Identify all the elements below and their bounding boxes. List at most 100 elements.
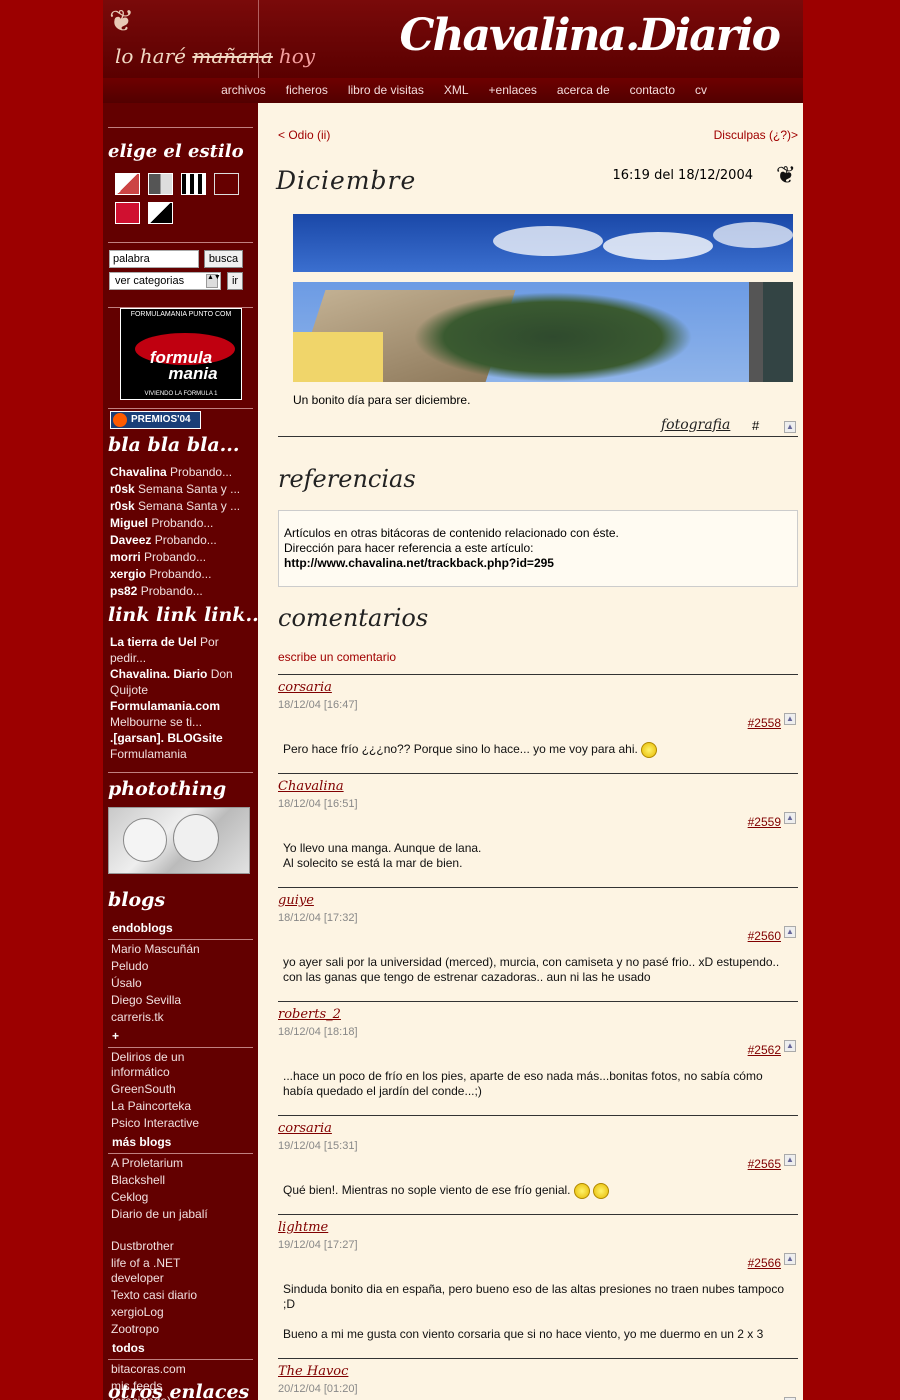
link-item[interactable]: La tierra de Uel Por pedir...: [110, 634, 250, 666]
comment-permalink[interactable]: #2565: [748, 1157, 781, 1171]
back-to-top-icon[interactable]: ▲: [784, 812, 796, 824]
bla-text: Semana Santa y ...: [138, 482, 241, 496]
post-photo-landscape[interactable]: [293, 282, 793, 382]
permalink[interactable]: #: [752, 418, 759, 433]
style-swatch-2[interactable]: [148, 173, 173, 195]
comment-author[interactable]: roberts_2: [278, 1007, 341, 1022]
style-swatch-6[interactable]: [148, 202, 173, 224]
nav-link-2[interactable]: libro de visitas: [348, 83, 424, 97]
search-input[interactable]: palabra: [109, 250, 199, 268]
bla-item[interactable]: Miguel Probando...: [110, 515, 250, 532]
link-item[interactable]: Formulamania.com Melbourne se ti...: [110, 698, 250, 730]
blog-link[interactable]: La Paincorteka: [111, 1099, 191, 1113]
comment-author[interactable]: lightme: [278, 1220, 328, 1235]
divider: [108, 939, 253, 940]
bla-user: r0sk: [110, 482, 135, 496]
banner-mania: mania: [168, 364, 218, 383]
comment-permalink[interactable]: #2562: [748, 1043, 781, 1057]
blog-link[interactable]: Psico Interactive: [111, 1116, 199, 1130]
comment-author[interactable]: The Havoc: [278, 1364, 348, 1379]
comment-permalink[interactable]: #2559: [748, 815, 781, 829]
comment-permalink[interactable]: #2560: [748, 929, 781, 943]
comment-author[interactable]: guiye: [278, 893, 314, 908]
bla-item[interactable]: r0sk Semana Santa y ...: [110, 498, 250, 515]
bla-item[interactable]: r0sk Semana Santa y ...: [110, 481, 250, 498]
bla-item[interactable]: ps82 Probando...: [110, 583, 250, 600]
photothing-image[interactable]: [108, 807, 250, 874]
back-to-top-icon[interactable]: ▲: [784, 926, 796, 938]
premios-label: PREMIOS'04: [131, 414, 191, 425]
comment-author[interactable]: corsaria: [278, 680, 332, 695]
blog-link[interactable]: Úsalo: [111, 976, 142, 990]
write-comment-link[interactable]: escribe un comentario: [278, 650, 396, 664]
link-title: link link link...: [108, 604, 258, 626]
select-arrows-icon: ▲▼: [206, 274, 221, 288]
back-to-top-icon[interactable]: ▲: [784, 1040, 796, 1052]
comment-date: 18/12/04 [17:32]: [278, 912, 358, 924]
search-button[interactable]: busca: [204, 250, 243, 268]
divider: [108, 1047, 253, 1048]
style-swatch-3[interactable]: [181, 173, 206, 195]
blog-link[interactable]: Delirios de un informático: [111, 1050, 211, 1080]
bla-item[interactable]: Daveez Probando...: [110, 532, 250, 549]
nav-link-4[interactable]: +enlaces: [489, 83, 537, 97]
back-to-top-icon[interactable]: ▲: [784, 1253, 796, 1265]
comment-permalink[interactable]: #2566: [748, 1256, 781, 1270]
category-select[interactable]: ver categorias ▲▼: [109, 272, 221, 290]
comment-divider: [278, 1214, 798, 1215]
bla-item[interactable]: Chavalina Probando...: [110, 464, 250, 481]
blog-link[interactable]: Texto casi diario: [111, 1288, 197, 1302]
blog-link[interactable]: Dustbrother: [111, 1239, 174, 1253]
next-post-link[interactable]: Disculpas (¿?)>: [714, 128, 798, 142]
link-item[interactable]: .[garsan]. BLOGsite Formulamania: [110, 730, 250, 762]
blog-link[interactable]: xergioLog: [111, 1305, 164, 1319]
trackback-url[interactable]: http://www.chavalina.net/trackback.php?i…: [284, 556, 792, 571]
back-to-top-icon[interactable]: ▲: [784, 421, 796, 433]
banner-top-text: FORMULAMANIA PUNTO COM: [130, 311, 232, 318]
post-photo-sky[interactable]: [293, 214, 793, 272]
comment-text: Pero hace frío ¿¿¿no?? Porque sino lo ha…: [283, 742, 795, 758]
style-swatch-5[interactable]: [115, 202, 140, 224]
site-title[interactable]: Chavalina.Diario: [400, 10, 781, 61]
link-item[interactable]: Chavalina. Diario Don Quijote: [110, 666, 250, 698]
back-to-top-icon[interactable]: ▲: [784, 713, 796, 725]
cloud-1: [493, 226, 603, 256]
blog-link[interactable]: carreris.tk: [111, 1010, 164, 1024]
blog-link[interactable]: Diario de un jabalí: [111, 1207, 211, 1222]
style-swatch-4[interactable]: [214, 173, 239, 195]
blog-link[interactable]: Zootropo: [111, 1322, 159, 1336]
post-text: Un bonito día para ser diciembre.: [293, 393, 471, 407]
style-swatch-1[interactable]: [115, 173, 140, 195]
premios-badge[interactable]: PREMIOS'04: [110, 411, 201, 429]
prev-post-link[interactable]: < Odio (ii): [278, 128, 330, 142]
bla-item[interactable]: morri Probando...: [110, 549, 250, 566]
comment-author[interactable]: corsaria: [278, 1121, 332, 1136]
blog-link[interactable]: A Proletarium: [111, 1156, 183, 1170]
blog-link[interactable]: Blackshell: [111, 1173, 165, 1187]
blog-link[interactable]: Ceklog: [111, 1190, 148, 1204]
go-button[interactable]: ir: [227, 272, 243, 290]
comment-permalink[interactable]: #2558: [748, 716, 781, 730]
back-to-top-icon[interactable]: ▲: [784, 1154, 796, 1166]
comment-author[interactable]: Chavalina: [278, 779, 344, 794]
comment-divider: [278, 1001, 798, 1002]
blog-link[interactable]: life of a .NET developer: [111, 1256, 211, 1286]
nav-link-7[interactable]: cv: [695, 83, 707, 97]
nav-link-5[interactable]: acerca de: [557, 83, 610, 97]
nav-link-0[interactable]: archivos: [221, 83, 266, 97]
blog-link[interactable]: Diego Sevilla: [111, 993, 181, 1007]
blog-link[interactable]: Peludo: [111, 959, 148, 973]
blog-link[interactable]: Mario Mascuñán: [111, 942, 200, 956]
nav-link-3[interactable]: XML: [444, 83, 469, 97]
blog-link[interactable]: bitacoras.com: [111, 1362, 186, 1376]
pine-tree: [413, 292, 693, 382]
nav-link-6[interactable]: contacto: [630, 83, 675, 97]
post-category-link[interactable]: fotografia: [661, 417, 730, 433]
nav-link-1[interactable]: ficheros: [286, 83, 328, 97]
blog-link[interactable]: GreenSouth: [111, 1082, 176, 1096]
style-title: elige el estilo: [108, 141, 244, 162]
tagline-post: hoy: [278, 44, 316, 68]
comment-text-body: ...hace un poco de frío en los pies, apa…: [283, 1069, 766, 1098]
formulamania-banner[interactable]: FORMULAMANIA PUNTO COM formula mania VIV…: [120, 308, 242, 400]
bla-item[interactable]: xergio Probando...: [110, 566, 250, 583]
